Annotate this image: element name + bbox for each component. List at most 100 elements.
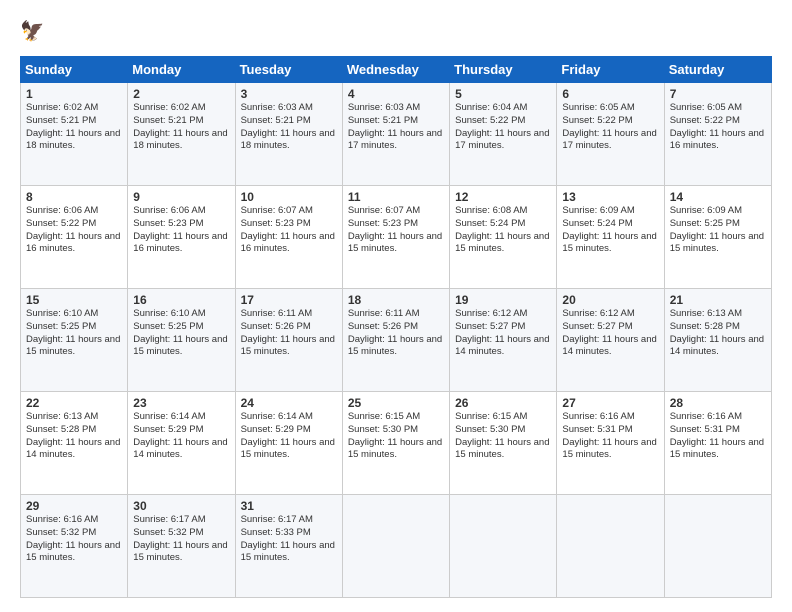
table-row: 10 Sunrise: 6:07 AMSunset: 5:23 PMDaylig… — [235, 186, 342, 289]
day-number: 12 — [455, 190, 551, 204]
week-row: 8 Sunrise: 6:06 AMSunset: 5:22 PMDayligh… — [21, 186, 772, 289]
day-info: Sunrise: 6:07 AMSunset: 5:23 PMDaylight:… — [241, 205, 335, 254]
day-number: 6 — [562, 87, 658, 101]
table-row: 5 Sunrise: 6:04 AMSunset: 5:22 PMDayligh… — [450, 83, 557, 186]
table-row: 4 Sunrise: 6:03 AMSunset: 5:21 PMDayligh… — [342, 83, 449, 186]
day-number: 13 — [562, 190, 658, 204]
col-sunday: Sunday — [21, 57, 128, 83]
table-row — [342, 495, 449, 598]
table-row — [557, 495, 664, 598]
day-number: 15 — [26, 293, 122, 307]
table-row: 1 Sunrise: 6:02 AMSunset: 5:21 PMDayligh… — [21, 83, 128, 186]
day-number: 27 — [562, 396, 658, 410]
col-wednesday: Wednesday — [342, 57, 449, 83]
table-row: 15 Sunrise: 6:10 AMSunset: 5:25 PMDaylig… — [21, 289, 128, 392]
page: 🦅 Sunday Monday Tuesday — [0, 0, 792, 612]
table-row: 24 Sunrise: 6:14 AMSunset: 5:29 PMDaylig… — [235, 392, 342, 495]
day-info: Sunrise: 6:04 AMSunset: 5:22 PMDaylight:… — [455, 102, 549, 151]
table-row: 17 Sunrise: 6:11 AMSunset: 5:26 PMDaylig… — [235, 289, 342, 392]
day-number: 17 — [241, 293, 337, 307]
table-row: 25 Sunrise: 6:15 AMSunset: 5:30 PMDaylig… — [342, 392, 449, 495]
day-info: Sunrise: 6:12 AMSunset: 5:27 PMDaylight:… — [562, 308, 656, 357]
table-row: 9 Sunrise: 6:06 AMSunset: 5:23 PMDayligh… — [128, 186, 235, 289]
day-number: 21 — [670, 293, 766, 307]
table-row: 23 Sunrise: 6:14 AMSunset: 5:29 PMDaylig… — [128, 392, 235, 495]
table-row: 28 Sunrise: 6:16 AMSunset: 5:31 PMDaylig… — [664, 392, 771, 495]
day-number: 7 — [670, 87, 766, 101]
day-info: Sunrise: 6:12 AMSunset: 5:27 PMDaylight:… — [455, 308, 549, 357]
day-info: Sunrise: 6:11 AMSunset: 5:26 PMDaylight:… — [348, 308, 442, 357]
header-row: Sunday Monday Tuesday Wednesday Thursday… — [21, 57, 772, 83]
week-row: 1 Sunrise: 6:02 AMSunset: 5:21 PMDayligh… — [21, 83, 772, 186]
day-info: Sunrise: 6:07 AMSunset: 5:23 PMDaylight:… — [348, 205, 442, 254]
col-thursday: Thursday — [450, 57, 557, 83]
day-number: 10 — [241, 190, 337, 204]
table-row: 13 Sunrise: 6:09 AMSunset: 5:24 PMDaylig… — [557, 186, 664, 289]
day-info: Sunrise: 6:05 AMSunset: 5:22 PMDaylight:… — [562, 102, 656, 151]
day-number: 20 — [562, 293, 658, 307]
day-info: Sunrise: 6:15 AMSunset: 5:30 PMDaylight:… — [455, 411, 549, 460]
day-info: Sunrise: 6:02 AMSunset: 5:21 PMDaylight:… — [26, 102, 120, 151]
day-info: Sunrise: 6:16 AMSunset: 5:31 PMDaylight:… — [670, 411, 764, 460]
day-info: Sunrise: 6:17 AMSunset: 5:32 PMDaylight:… — [133, 514, 227, 563]
day-info: Sunrise: 6:14 AMSunset: 5:29 PMDaylight:… — [133, 411, 227, 460]
day-number: 19 — [455, 293, 551, 307]
col-monday: Monday — [128, 57, 235, 83]
table-row — [450, 495, 557, 598]
table-row: 30 Sunrise: 6:17 AMSunset: 5:32 PMDaylig… — [128, 495, 235, 598]
header: 🦅 — [20, 18, 772, 46]
day-info: Sunrise: 6:02 AMSunset: 5:21 PMDaylight:… — [133, 102, 227, 151]
day-info: Sunrise: 6:09 AMSunset: 5:25 PMDaylight:… — [670, 205, 764, 254]
week-row: 29 Sunrise: 6:16 AMSunset: 5:32 PMDaylig… — [21, 495, 772, 598]
table-row: 12 Sunrise: 6:08 AMSunset: 5:24 PMDaylig… — [450, 186, 557, 289]
day-info: Sunrise: 6:16 AMSunset: 5:31 PMDaylight:… — [562, 411, 656, 460]
table-row: 20 Sunrise: 6:12 AMSunset: 5:27 PMDaylig… — [557, 289, 664, 392]
day-number: 25 — [348, 396, 444, 410]
day-number: 9 — [133, 190, 229, 204]
table-row: 26 Sunrise: 6:15 AMSunset: 5:30 PMDaylig… — [450, 392, 557, 495]
day-number: 8 — [26, 190, 122, 204]
table-row: 7 Sunrise: 6:05 AMSunset: 5:22 PMDayligh… — [664, 83, 771, 186]
week-row: 15 Sunrise: 6:10 AMSunset: 5:25 PMDaylig… — [21, 289, 772, 392]
table-row: 8 Sunrise: 6:06 AMSunset: 5:22 PMDayligh… — [21, 186, 128, 289]
day-number: 3 — [241, 87, 337, 101]
table-row: 22 Sunrise: 6:13 AMSunset: 5:28 PMDaylig… — [21, 392, 128, 495]
day-number: 28 — [670, 396, 766, 410]
day-info: Sunrise: 6:08 AMSunset: 5:24 PMDaylight:… — [455, 205, 549, 254]
table-row: 31 Sunrise: 6:17 AMSunset: 5:33 PMDaylig… — [235, 495, 342, 598]
week-row: 22 Sunrise: 6:13 AMSunset: 5:28 PMDaylig… — [21, 392, 772, 495]
col-tuesday: Tuesday — [235, 57, 342, 83]
day-info: Sunrise: 6:13 AMSunset: 5:28 PMDaylight:… — [26, 411, 120, 460]
day-info: Sunrise: 6:15 AMSunset: 5:30 PMDaylight:… — [348, 411, 442, 460]
day-info: Sunrise: 6:17 AMSunset: 5:33 PMDaylight:… — [241, 514, 335, 563]
table-row: 16 Sunrise: 6:10 AMSunset: 5:25 PMDaylig… — [128, 289, 235, 392]
day-info: Sunrise: 6:10 AMSunset: 5:25 PMDaylight:… — [26, 308, 120, 357]
day-number: 22 — [26, 396, 122, 410]
table-row: 18 Sunrise: 6:11 AMSunset: 5:26 PMDaylig… — [342, 289, 449, 392]
table-row — [664, 495, 771, 598]
day-info: Sunrise: 6:11 AMSunset: 5:26 PMDaylight:… — [241, 308, 335, 357]
table-row: 6 Sunrise: 6:05 AMSunset: 5:22 PMDayligh… — [557, 83, 664, 186]
day-info: Sunrise: 6:14 AMSunset: 5:29 PMDaylight:… — [241, 411, 335, 460]
day-number: 5 — [455, 87, 551, 101]
day-info: Sunrise: 6:03 AMSunset: 5:21 PMDaylight:… — [241, 102, 335, 151]
day-number: 16 — [133, 293, 229, 307]
day-number: 2 — [133, 87, 229, 101]
day-info: Sunrise: 6:06 AMSunset: 5:23 PMDaylight:… — [133, 205, 227, 254]
day-number: 14 — [670, 190, 766, 204]
day-number: 23 — [133, 396, 229, 410]
day-number: 30 — [133, 499, 229, 513]
day-number: 4 — [348, 87, 444, 101]
table-row: 3 Sunrise: 6:03 AMSunset: 5:21 PMDayligh… — [235, 83, 342, 186]
day-info: Sunrise: 6:03 AMSunset: 5:21 PMDaylight:… — [348, 102, 442, 151]
col-friday: Friday — [557, 57, 664, 83]
day-number: 29 — [26, 499, 122, 513]
table-row: 21 Sunrise: 6:13 AMSunset: 5:28 PMDaylig… — [664, 289, 771, 392]
day-info: Sunrise: 6:06 AMSunset: 5:22 PMDaylight:… — [26, 205, 120, 254]
day-number: 31 — [241, 499, 337, 513]
day-info: Sunrise: 6:05 AMSunset: 5:22 PMDaylight:… — [670, 102, 764, 151]
table-row: 29 Sunrise: 6:16 AMSunset: 5:32 PMDaylig… — [21, 495, 128, 598]
day-number: 24 — [241, 396, 337, 410]
day-number: 11 — [348, 190, 444, 204]
day-info: Sunrise: 6:13 AMSunset: 5:28 PMDaylight:… — [670, 308, 764, 357]
